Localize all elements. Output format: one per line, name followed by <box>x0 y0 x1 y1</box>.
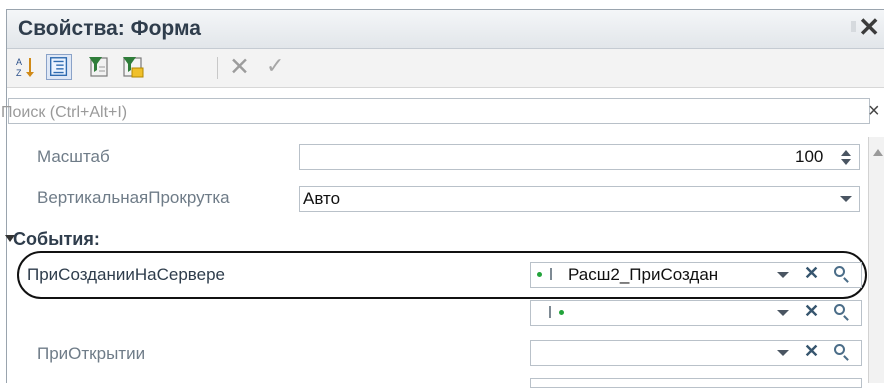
chevron-down-icon <box>777 350 789 356</box>
magnifier-icon[interactable] <box>834 304 845 315</box>
close-icon[interactable]: ✕ <box>858 12 880 43</box>
scale-label: Масштаб <box>37 147 110 166</box>
on-create-at-server-value: Расш2_ПриСоздан <box>568 265 719 284</box>
events-section-header[interactable]: События: <box>13 229 100 250</box>
scale-spinner[interactable] <box>833 145 859 169</box>
handler-green-dot-icon <box>559 310 564 315</box>
vscroll-value: Авто <box>303 189 341 208</box>
spin-down-icon[interactable] <box>841 159 851 165</box>
sort-az-icon[interactable]: A Z <box>14 54 40 80</box>
vscroll-label: ВертикальнаяПрокрутка <box>37 188 230 207</box>
scale-field[interactable] <box>299 144 860 170</box>
on-create-dropdown-button[interactable] <box>770 263 796 287</box>
vscroll-select[interactable] <box>299 186 860 212</box>
spin-up-icon[interactable] <box>841 150 851 156</box>
categorized-list-icon[interactable] <box>46 54 72 80</box>
pin-icon[interactable] <box>851 21 856 32</box>
scale-value: 100 <box>795 147 824 166</box>
chevron-down-icon <box>777 310 789 316</box>
next-event-field[interactable] <box>530 378 862 388</box>
cancel-icon[interactable]: ✕ <box>229 52 250 82</box>
handler-green-dot-icon <box>537 272 542 277</box>
search-input[interactable] <box>8 98 870 124</box>
handler-bar-icon <box>549 306 551 318</box>
magnifier-icon[interactable] <box>834 266 845 277</box>
on-open-dropdown-button[interactable] <box>770 341 796 365</box>
panel-title: Свойства: Форма <box>18 17 201 40</box>
search-clear-icon[interactable]: × <box>868 100 880 123</box>
on-create-clear-icon[interactable]: ✕ <box>804 263 819 284</box>
toolbar: A Z ✕ ✓ <box>7 49 884 88</box>
chevron-down-icon <box>777 272 789 278</box>
on-open-clear-icon[interactable]: ✕ <box>804 341 819 362</box>
search-placeholder: Поиск (Ctrl+Alt+I) <box>1 104 128 121</box>
magnifier-icon[interactable] <box>834 344 845 355</box>
vscroll-dropdown-button[interactable] <box>833 187 859 211</box>
on-create-at-server-label: ПриСозданииНаСервере <box>27 265 226 284</box>
chevron-down-icon <box>840 196 852 202</box>
second-handler-clear-icon[interactable]: ✕ <box>804 301 819 322</box>
svg-text:A: A <box>16 57 22 67</box>
vertical-scrollbar[interactable] <box>868 137 884 383</box>
handler-bar-icon <box>550 268 552 280</box>
on-open-label: ПриОткрытии <box>37 344 146 363</box>
second-handler-dropdown-button[interactable] <box>770 301 796 325</box>
scroll-up-icon[interactable] <box>873 149 883 156</box>
filter-settings-icon[interactable] <box>120 54 146 80</box>
apply-icon[interactable]: ✓ <box>266 53 284 79</box>
toolbar-separator <box>217 57 218 79</box>
svg-text:Z: Z <box>16 68 22 78</box>
title-bar: Свойства: Форма ✕ <box>7 10 884 49</box>
filter-icon[interactable] <box>86 54 112 80</box>
